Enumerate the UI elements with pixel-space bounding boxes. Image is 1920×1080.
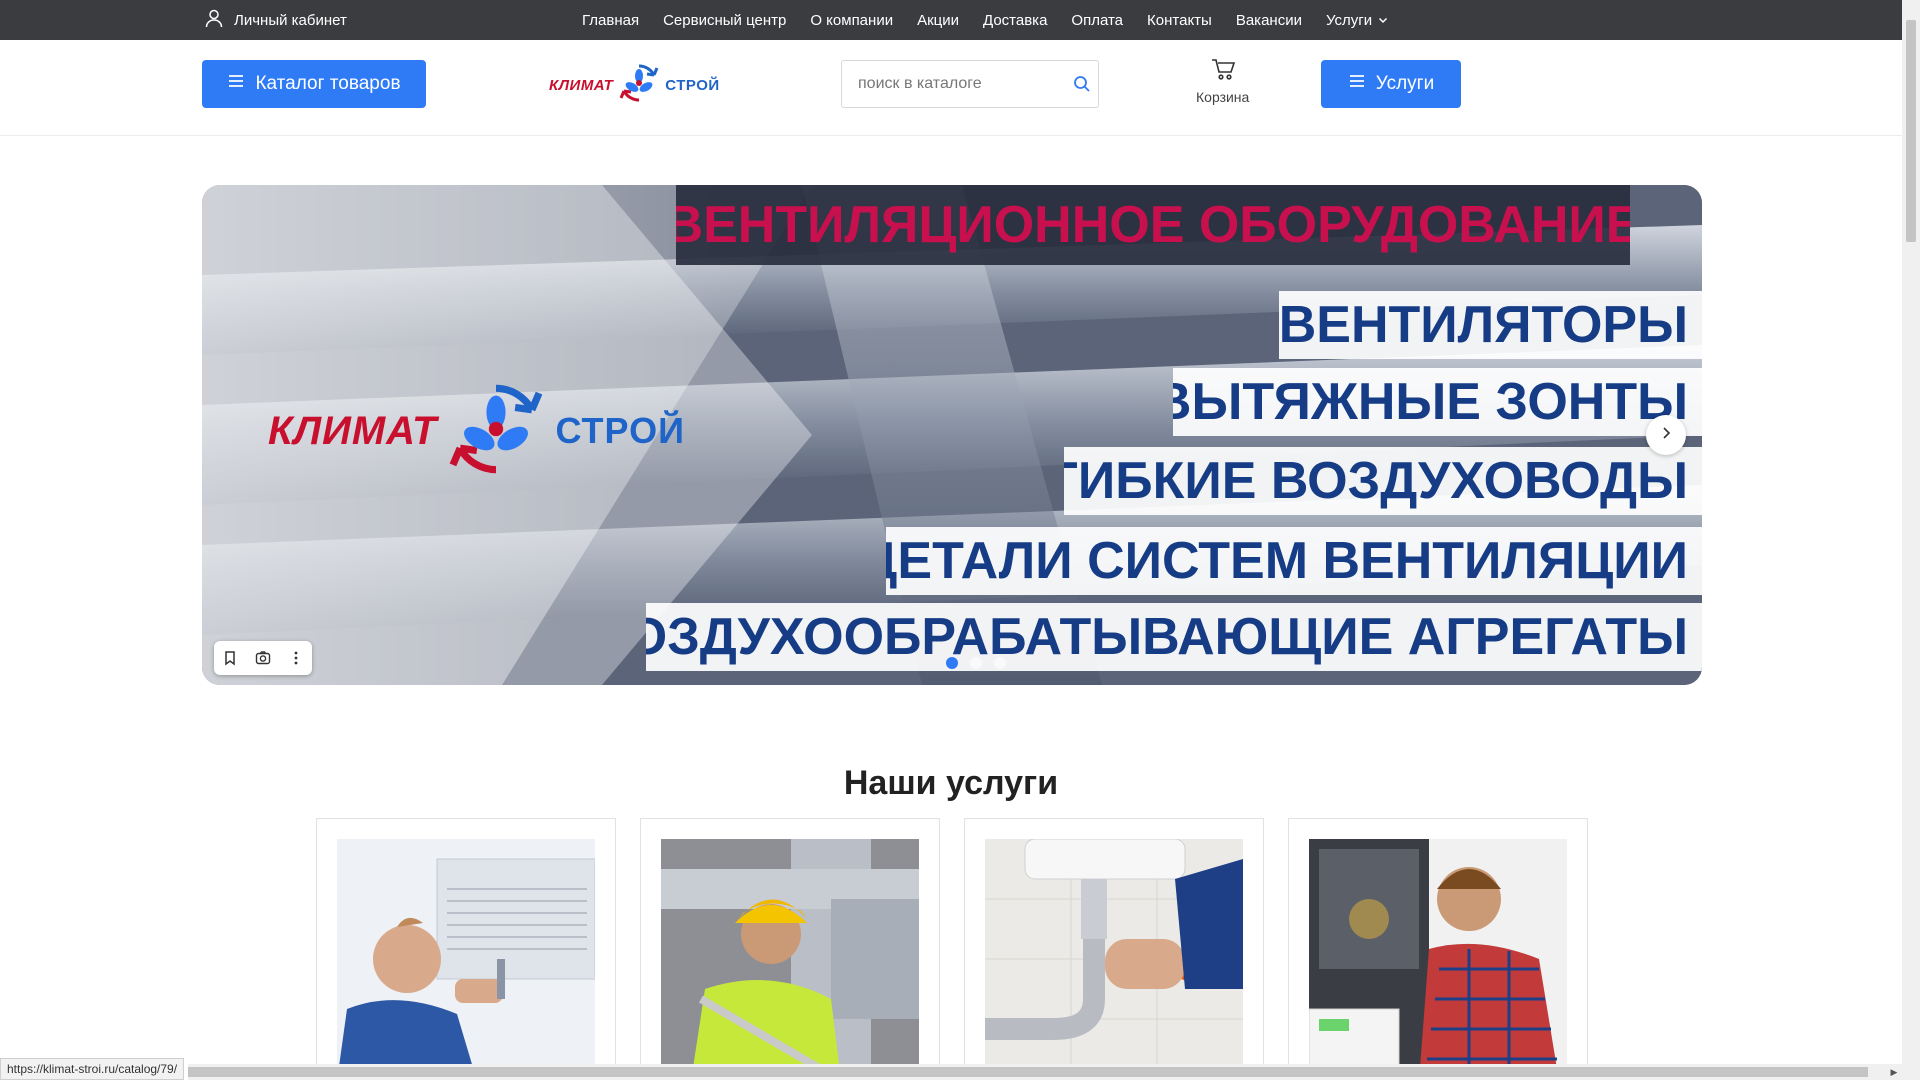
slider-dot[interactable]	[994, 657, 1006, 669]
bookmark-icon[interactable]	[216, 644, 244, 672]
air-conditioner-repair-photo	[337, 839, 595, 1080]
image-toolbar	[214, 641, 312, 675]
status-bar-url: https://klimat-stroi.ru/catalog/79/	[0, 1058, 185, 1080]
nav-home[interactable]: Главная	[582, 12, 639, 29]
services-button[interactable]: Услуги	[1321, 60, 1461, 108]
boiler-service-photo	[1309, 839, 1567, 1080]
banner-logo-text-left: КЛИМАТ	[268, 408, 438, 453]
slider-next-button[interactable]	[1646, 415, 1686, 455]
banner-line-air-handling-units: ВОЗДУХООБРАБАТЫВАЮЩИЕ АГРЕГАТЫ	[646, 603, 1702, 671]
nav-payment[interactable]: Оплата	[1071, 12, 1123, 29]
nav-services-label: Услуги	[1325, 11, 1373, 29]
account-label: Личный кабинет	[234, 11, 347, 29]
nav-contacts[interactable]: Контакты	[1147, 12, 1212, 29]
menu-icon	[1348, 72, 1366, 96]
top-nav: Главная Сервисный центр О компании Акции…	[582, 0, 1388, 40]
more-options-icon[interactable]	[282, 644, 310, 672]
vertical-scrollbar[interactable]	[1902, 0, 1920, 1080]
page: Личный кабинет Главная Сервисный центр О…	[0, 0, 1920, 1080]
logo-text-left: КЛИМАТ	[549, 76, 614, 94]
user-icon	[204, 8, 224, 32]
search-input[interactable]	[842, 61, 1065, 107]
service-card[interactable]	[1288, 818, 1588, 1080]
chevron-down-icon	[1378, 12, 1388, 29]
visual-search-icon[interactable]	[249, 644, 277, 672]
service-card[interactable]	[964, 818, 1264, 1080]
nav-vacancies[interactable]: Вакансии	[1236, 12, 1302, 29]
slider-dot[interactable]	[970, 657, 982, 669]
banner-logo-text-right: СТРОЙ	[555, 410, 685, 451]
banner-title: ВЕНТИЛЯЦИОННОЕ ОБОРУДОВАНИЕ	[676, 185, 1630, 265]
nav-service-center[interactable]: Сервисный центр	[663, 12, 786, 29]
service-card[interactable]	[316, 818, 616, 1080]
scroll-right-arrow-icon[interactable]: ▶	[1886, 1064, 1902, 1080]
vertical-scrollbar-thumb[interactable]	[1906, 20, 1916, 242]
horizontal-scrollbar[interactable]: ▶	[188, 1064, 1902, 1080]
banner-line-flexible-ducts: ГИБКИЕ ВОЗДУХОВОДЫ	[1064, 447, 1702, 515]
search-icon[interactable]	[1065, 61, 1098, 107]
search-box	[841, 60, 1099, 108]
chevron-right-icon	[1659, 426, 1673, 445]
banner-line-ventilation-parts: ДЕТАЛИ СИСТЕМ ВЕНТИЛЯЦИИ	[886, 527, 1702, 595]
catalog-button[interactable]: Каталог товаров	[202, 60, 426, 108]
account-link[interactable]: Личный кабинет	[204, 0, 347, 40]
cart-label: Корзина	[1196, 89, 1250, 105]
menu-icon	[227, 72, 245, 96]
nav-delivery[interactable]: Доставка	[983, 12, 1047, 29]
nav-services-dropdown[interactable]: Услуги	[1326, 12, 1388, 29]
slider-dot[interactable]	[946, 657, 958, 669]
banner-line-hoods: ВЫТЯЖНЫЕ ЗОНТЫ	[1173, 368, 1702, 436]
nav-about[interactable]: О компании	[810, 12, 893, 29]
horizontal-scrollbar-thumb[interactable]	[188, 1067, 1868, 1077]
cart-link[interactable]: Корзина	[1196, 56, 1249, 105]
header: Каталог товаров КЛИМАТ СТРОЙ поиск в кат…	[0, 40, 1902, 136]
services-cards	[316, 818, 1588, 1080]
top-bar: Личный кабинет Главная Сервисный центр О…	[0, 0, 1902, 40]
logo-text-right: СТРОЙ	[665, 76, 720, 94]
catalog-button-label: Каталог товаров	[255, 73, 401, 94]
services-title: Наши услуги	[843, 764, 1059, 802]
service-card[interactable]	[640, 818, 940, 1080]
cart-icon	[1210, 56, 1236, 89]
nav-promotions[interactable]: Акции	[917, 12, 959, 29]
slider-dots	[946, 657, 1006, 669]
site-logo[interactable]: КЛИМАТ СТРОЙ	[549, 60, 721, 110]
banner-line-fans: ВЕНТИЛЯТОРЫ	[1279, 291, 1702, 359]
banner-logo: КЛИМАТ СТРОЙ	[268, 378, 684, 484]
plumbing-repair-photo	[985, 839, 1243, 1080]
fan-logo-icon	[437, 374, 555, 489]
services-button-label: Услуги	[1375, 73, 1435, 94]
promo-banner[interactable]: КЛИМАТ СТРОЙ ВЕНТИЛЯЦИОННОЕ ОБОРУДОВАНИЕ…	[202, 185, 1702, 685]
fan-logo-icon	[613, 60, 665, 111]
ventilation-installation-photo	[661, 839, 919, 1080]
